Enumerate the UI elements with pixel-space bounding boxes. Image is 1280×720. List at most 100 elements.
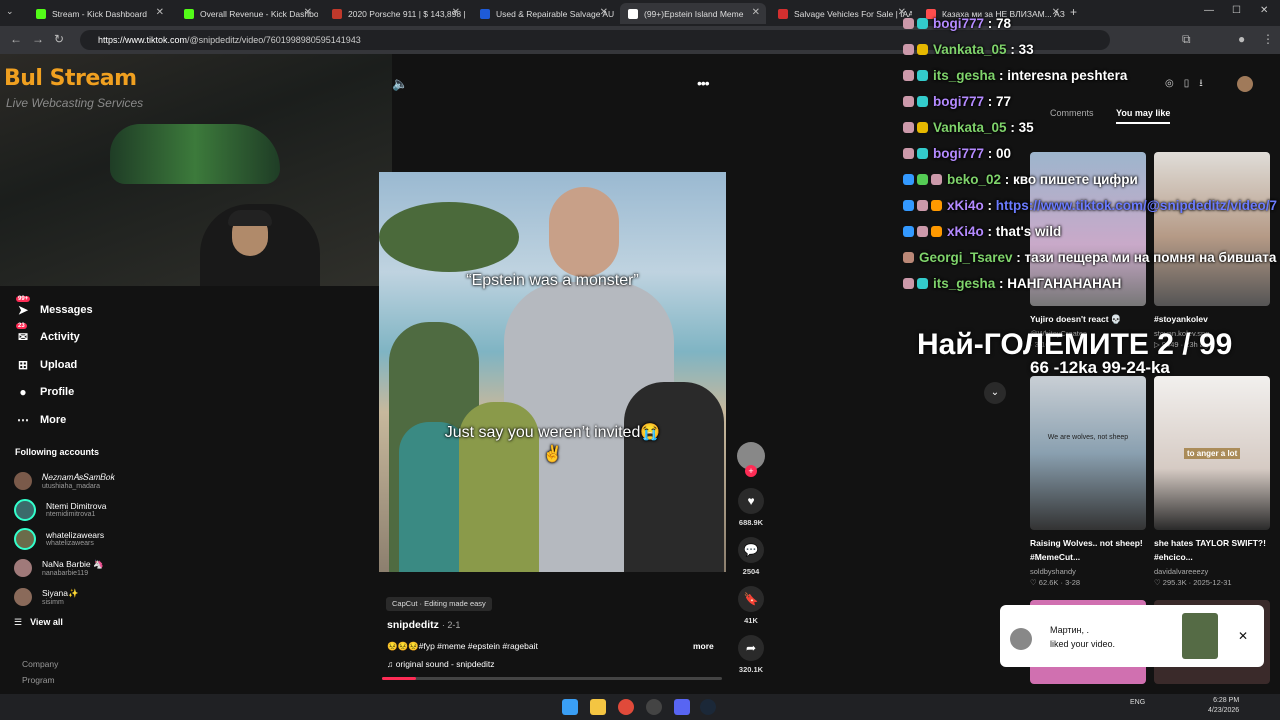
browser-tab-active[interactable]: (99+)Epstein Island Meme ✕	[620, 3, 766, 24]
browser-tab[interactable]: 2020 Porsche 911 | $ 143,898 | ✕	[324, 3, 466, 24]
sidebar-item-profile[interactable]: ● Profile	[14, 379, 93, 407]
browser-tab[interactable]: Used & Repairable Salvage AUT ✕	[472, 3, 614, 24]
save-button[interactable]: 🔖 41K	[736, 586, 766, 635]
video-sound[interactable]: ♫ original sound - snipdeditz	[387, 659, 495, 669]
close-tab-icon[interactable]: ✕	[304, 7, 312, 18]
share-button[interactable]: ➦ 320.1K	[736, 635, 766, 684]
video-caption-top: “Epstein was a monster”	[466, 272, 639, 289]
video-author[interactable]: snipdeditz · 2-1	[387, 619, 460, 631]
badge-icon	[903, 121, 914, 133]
following-account[interactable]: NaNa Barbie 🦄 nanabarbie119	[14, 553, 115, 582]
avatar	[14, 471, 32, 490]
view-all-link[interactable]: ☰ View all	[14, 617, 63, 628]
notification-text: liked your video.	[1050, 639, 1116, 649]
video-progress-bar[interactable]	[382, 677, 722, 680]
suggested-video-thumb[interactable]: to anger a lot	[1154, 376, 1270, 530]
footer-link-program[interactable]: Program	[22, 672, 58, 688]
badge-icon	[917, 225, 928, 237]
crown-icon	[917, 43, 928, 55]
close-icon[interactable]: ✕	[1238, 629, 1248, 643]
chat-message: bogi777 : 78	[903, 10, 1280, 36]
badge-icon	[917, 147, 928, 159]
following-account[interactable]: 𝑁𝑒𝑧𝑛𝑎𝑚𝐴𝑠𝑆𝑎𝑚𝐵𝑜𝑘 utushiaha_madara	[14, 466, 115, 495]
suggested-video-caption[interactable]: Raising Wolves.. not sheep! #MemeCut...	[1030, 536, 1150, 564]
site-icon	[332, 8, 342, 19]
comment-button[interactable]: 💬 2504	[736, 537, 766, 586]
close-tab-icon[interactable]: ✕	[752, 7, 760, 18]
chat-link[interactable]: https://www.tiktok.com/@snipdeditz/video…	[996, 198, 1277, 213]
capcut-badge[interactable]: CapCut · Editing made easy	[386, 597, 492, 611]
volume-icon[interactable]: 🔈	[392, 76, 408, 92]
description-more-button[interactable]: more	[693, 641, 714, 651]
share-count: 320.1K	[738, 665, 764, 674]
follow-plus-icon[interactable]: +	[745, 465, 757, 477]
discord-icon[interactable]	[674, 699, 690, 715]
chat-message: bogi777 : 77	[903, 88, 1280, 114]
suggested-video-caption[interactable]: Yujiro doesn't react 💀	[1030, 312, 1150, 326]
sidebar-item-activity[interactable]: ✉ 23 Activity	[14, 323, 93, 352]
close-tab-icon[interactable]: ✕	[600, 7, 608, 18]
suggested-video-caption[interactable]: she hates TAYLOR SWIFT?! #ehcico...	[1154, 536, 1274, 564]
file-explorer-icon[interactable]	[590, 699, 606, 715]
following-account[interactable]: Siyana✨ sisimm	[14, 582, 115, 611]
chrome-icon[interactable]	[618, 699, 634, 715]
thumb-overlay-text: We are wolves, not sheep	[1047, 434, 1129, 441]
suggested-video-caption[interactable]: #stoyankolev	[1154, 312, 1274, 326]
chat-message: xKi4o : https://www.tiktok.com/@snipdedi…	[903, 192, 1280, 218]
like-count: 688.9K	[738, 518, 764, 527]
like-button[interactable]: ♥ 688.9K	[736, 488, 766, 537]
video-date: · 2-1	[441, 620, 461, 630]
comment-icon: 💬	[738, 537, 764, 563]
steam-icon[interactable]	[700, 699, 716, 715]
suggested-video-thumb[interactable]: We are wolves, not sheep	[1030, 376, 1146, 530]
like-notification[interactable]: Мартин, . liked your video. ✕	[1000, 605, 1264, 667]
avatar-icon: ●	[19, 385, 27, 400]
following-account[interactable]: Ntemi Dimitrova ntemidimitrova1	[14, 495, 115, 524]
badge-icon	[903, 69, 914, 81]
avatar	[1010, 628, 1032, 650]
browser-tab[interactable]: Overall Revenue - Kick Dashbo ✕	[176, 3, 318, 24]
sidebar-item-messages[interactable]: ➤ 99+ Messages	[14, 295, 93, 324]
chat-message: beko_02 : кво пишете цифри	[903, 166, 1280, 192]
suggested-video-meta: soldbyshandy ♡ 62.6K · 3-28	[1030, 567, 1081, 587]
music-note-icon: ♫	[387, 659, 396, 669]
badge-icon	[903, 225, 914, 237]
back-arrow-icon[interactable]: ←	[10, 32, 22, 46]
clock[interactable]: 6:28 PM 4/23/2026	[1208, 696, 1239, 716]
kick-icon	[184, 8, 194, 19]
video-description: 😣😣😣#fyp #meme #epstein #ragebait	[387, 641, 538, 651]
video-player[interactable]	[379, 172, 726, 572]
badge-icon	[903, 17, 914, 29]
tab-search-button[interactable]: ⌄	[6, 6, 14, 17]
footer-link-company[interactable]: Company	[22, 656, 58, 672]
video-progress-fill	[382, 677, 416, 680]
browser-tab[interactable]: Salvage Vehicles For Sale | IAA ✕	[770, 3, 912, 24]
stream-logo: Bul Stream	[4, 66, 137, 91]
browser-tab[interactable]: Stream - Kick Dashboard ✕	[28, 3, 170, 24]
creator-avatar[interactable]: +	[737, 442, 765, 477]
obs-icon[interactable]	[646, 699, 662, 715]
following-account[interactable]: whatelizawears whatelizawears	[14, 524, 115, 553]
close-tab-icon[interactable]: ✕	[156, 7, 164, 18]
close-tab-icon[interactable]: ✕	[452, 7, 460, 18]
heart-icon: ♥	[738, 488, 764, 514]
save-count: 41K	[744, 616, 758, 625]
avatar	[14, 498, 36, 521]
badge-icon	[931, 173, 942, 185]
chat-message: Vankata_05 : 35	[903, 114, 1280, 140]
car-shape	[110, 124, 280, 184]
forward-arrow-icon[interactable]: →	[32, 32, 44, 46]
badge-icon	[917, 69, 928, 81]
windows-start-icon[interactable]	[562, 699, 578, 715]
reload-icon[interactable]: ↻	[54, 32, 64, 46]
notification-thumbnail	[1182, 613, 1218, 659]
language-indicator[interactable]: ENG	[1130, 699, 1145, 706]
chat-message: Georgi_Tsarev : тази пещера ми на помня …	[903, 244, 1280, 270]
sidebar-item-more[interactable]: ⋯ More	[14, 406, 93, 434]
chevron-down-icon[interactable]: ⌄	[984, 382, 1006, 404]
plus-square-icon: ⊞	[17, 357, 29, 372]
inbox-icon: ✉ 23	[16, 323, 29, 345]
video-options-icon[interactable]: •••	[697, 75, 710, 91]
sidebar-item-upload[interactable]: ⊞ Upload	[14, 351, 93, 379]
streamer-cap	[228, 210, 272, 226]
